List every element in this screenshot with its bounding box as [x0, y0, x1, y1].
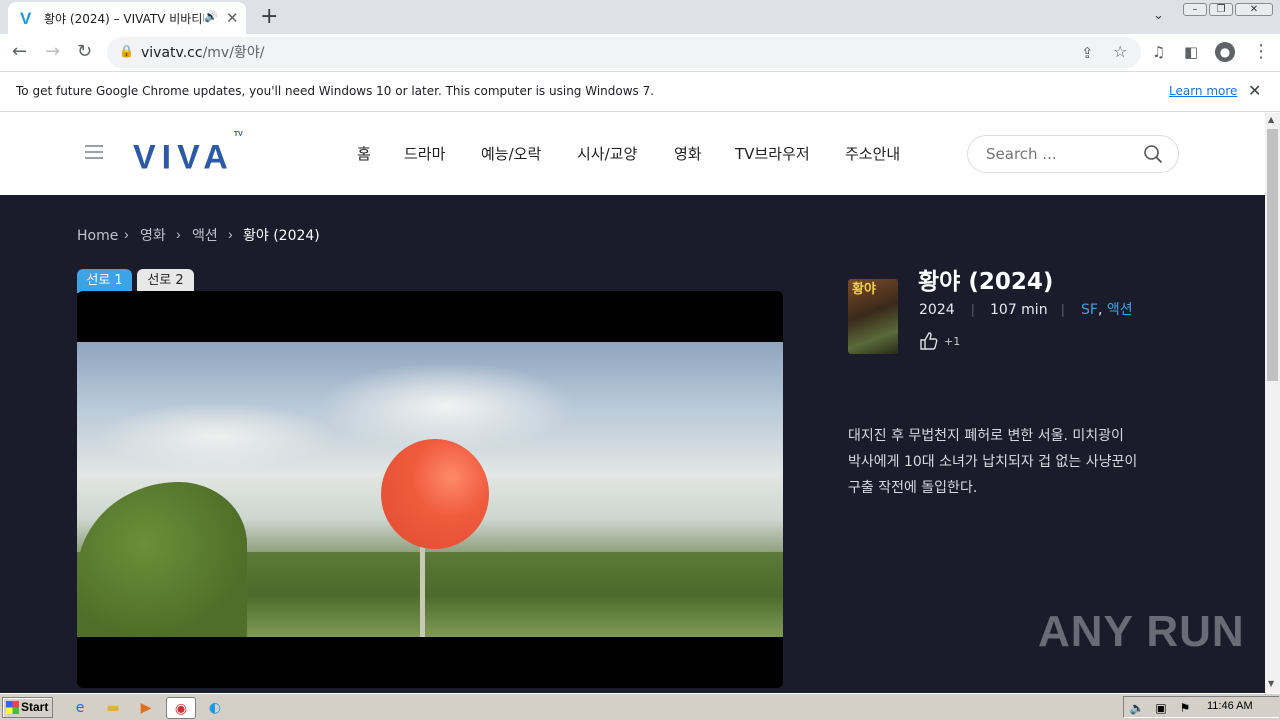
search-icon[interactable] — [1143, 144, 1163, 164]
side-panel-icon[interactable]: ◧ — [1184, 42, 1198, 62]
tree — [77, 482, 247, 637]
site-logo[interactable]: VIVATV — [133, 131, 243, 177]
cloud — [97, 402, 337, 472]
file-explorer-icon[interactable]: ▬ — [102, 697, 124, 719]
scroll-thumb[interactable] — [1267, 129, 1278, 381]
update-infobar: To get future Google Chrome updates, you… — [0, 72, 1280, 112]
taskbar-clock[interactable]: 11:46 AM — [1207, 700, 1253, 712]
site-header: VIVATV 홈 드라마 예능/오락 시사/교양 영화 TV브라우저 주소안내 — [0, 113, 1265, 195]
bookmark-star-icon[interactable]: ☆ — [1113, 42, 1127, 62]
main-content: Home › 영화 › 액션 › 황야 (2024) 선로 1 선로 2 황야 … — [0, 195, 1265, 693]
logo-text: VIVA — [133, 138, 234, 177]
url-host: vivatv.cc — [141, 45, 203, 61]
network-icon[interactable]: ▣ — [1150, 697, 1172, 719]
thumbs-up-icon[interactable] — [919, 331, 939, 351]
address-bar[interactable]: 🔒 vivatv.cc/mv/황야/ ⇪ ☆ — [107, 37, 1141, 68]
media-player-icon[interactable]: ▶ — [135, 697, 157, 719]
tab-strip: V 황야 (2024) – VIVATV 비바티비 🔊 ✕ + ⌄ – ❐ ✕ — [0, 0, 1280, 34]
lock-icon[interactable]: 🔒 — [119, 44, 134, 58]
red-balloon — [381, 439, 489, 549]
profile-avatar-icon[interactable]: ● — [1215, 42, 1235, 62]
system-tray: 🔈 ▣ ⚑ 11:46 AM — [1123, 696, 1279, 718]
internet-explorer-icon[interactable]: e — [69, 697, 91, 719]
meta-divider: | — [1061, 301, 1065, 317]
edge-icon[interactable]: ◐ — [204, 697, 226, 719]
movie-synopsis: 대지진 후 무법천지 폐허로 변한 서울. 미치광이 박사에게 10대 소녀가 … — [848, 428, 1138, 496]
nav-movies[interactable]: 영화 — [674, 143, 702, 165]
restore-button[interactable]: ❐ — [1209, 3, 1233, 16]
breadcrumb-current: 황야 (2024) — [243, 228, 320, 244]
url-text[interactable]: vivatv.cc/mv/황야/ — [141, 44, 264, 62]
close-window-button[interactable]: ✕ — [1235, 3, 1273, 16]
genre-link-sf[interactable]: SF — [1081, 302, 1098, 318]
page-scrollbar[interactable]: ▲ ▼ — [1265, 113, 1280, 693]
nav-home[interactable]: 홈 — [357, 143, 371, 165]
chevron-right-icon: › — [124, 226, 129, 242]
start-button[interactable]: Start — [2, 697, 53, 718]
close-icon[interactable]: ✕ — [1248, 81, 1261, 100]
movie-genres: SF, 액션 — [1081, 301, 1133, 319]
nav-address-info[interactable]: 주소안내 — [845, 143, 900, 165]
minimize-button[interactable]: – — [1183, 3, 1207, 16]
back-icon[interactable]: ← — [12, 42, 27, 62]
genre-link-action[interactable]: 액션 — [1107, 302, 1133, 318]
action-center-flag-icon[interactable]: ⚑ — [1174, 697, 1196, 719]
chevron-right-icon: › — [228, 226, 233, 242]
logo-tm: TV — [233, 131, 243, 138]
meta-divider: | — [971, 301, 975, 317]
nav-documentary[interactable]: 시사/교양 — [577, 143, 637, 165]
favicon-icon: V — [20, 9, 32, 28]
start-label: Start — [21, 700, 49, 714]
anyrun-watermark: ANY RUN — [1038, 607, 1245, 656]
movie-year: 2024 — [919, 302, 955, 318]
nav-variety[interactable]: 예능/오락 — [481, 143, 541, 165]
chrome-taskbar-icon[interactable]: ◉ — [166, 697, 196, 719]
chevron-down-icon[interactable]: ⌄ — [1153, 8, 1164, 23]
movie-title: 황야 (2024) — [918, 269, 1054, 295]
server-tab-1[interactable]: 선로 1 — [77, 269, 132, 293]
forward-icon[interactable]: → — [45, 42, 60, 62]
kebab-menu-icon[interactable]: ⋮ — [1252, 42, 1270, 62]
share-icon[interactable]: ⇪ — [1081, 43, 1094, 63]
breadcrumb-movies[interactable]: 영화 — [140, 227, 166, 245]
url-path: /mv/황야/ — [202, 45, 265, 61]
like-count: +1 — [944, 335, 961, 348]
video-frame — [77, 342, 783, 637]
scroll-down-arrow-icon[interactable]: ▼ — [1268, 679, 1274, 688]
hamburger-menu-icon[interactable] — [85, 145, 103, 161]
new-tab-icon[interactable]: + — [260, 4, 278, 30]
movie-poster[interactable]: 황야 — [848, 279, 898, 354]
video-player[interactable] — [77, 291, 783, 688]
cloud — [317, 362, 577, 452]
chevron-right-icon: › — [176, 226, 181, 242]
search-box — [967, 135, 1179, 173]
media-control-icon[interactable]: ♫ — [1152, 42, 1165, 62]
nav-drama[interactable]: 드라마 — [404, 143, 445, 165]
breadcrumb-action[interactable]: 액션 — [192, 227, 218, 245]
breadcrumb-home[interactable]: Home — [77, 227, 118, 245]
browser-toolbar: ← → ↻ 🔒 vivatv.cc/mv/황야/ ⇪ ☆ ♫ ◧ ● ⋮ — [0, 34, 1280, 72]
server-tab-2[interactable]: 선로 2 — [137, 269, 194, 293]
genre-separator: , — [1097, 302, 1103, 318]
infobar-message: To get future Google Chrome updates, you… — [16, 84, 655, 98]
reload-icon[interactable]: ↻ — [77, 42, 92, 62]
windows-taskbar: Start e ▬ ▶ ◉ ◐ 🔈 ▣ ⚑ 11:46 AM — [0, 693, 1280, 720]
balloon-pole — [420, 547, 425, 637]
search-input[interactable] — [986, 145, 1136, 163]
movie-runtime: 107 min — [990, 302, 1048, 318]
nav-tv-browser[interactable]: TV브라우저 — [735, 143, 810, 165]
volume-icon[interactable]: 🔈 — [1126, 697, 1148, 719]
poster-title: 황야 — [852, 282, 876, 297]
speaker-icon[interactable]: 🔊 — [204, 10, 218, 23]
learn-more-link[interactable]: Learn more — [1169, 84, 1237, 98]
tab-title: 황야 (2024) – VIVATV 비바티비 — [44, 12, 204, 26]
windows-logo-icon — [6, 701, 19, 714]
close-tab-icon[interactable]: ✕ — [226, 9, 239, 27]
browser-tab[interactable]: V 황야 (2024) – VIVATV 비바티비 🔊 ✕ — [8, 2, 246, 34]
scroll-up-arrow-icon[interactable]: ▲ — [1268, 115, 1274, 124]
